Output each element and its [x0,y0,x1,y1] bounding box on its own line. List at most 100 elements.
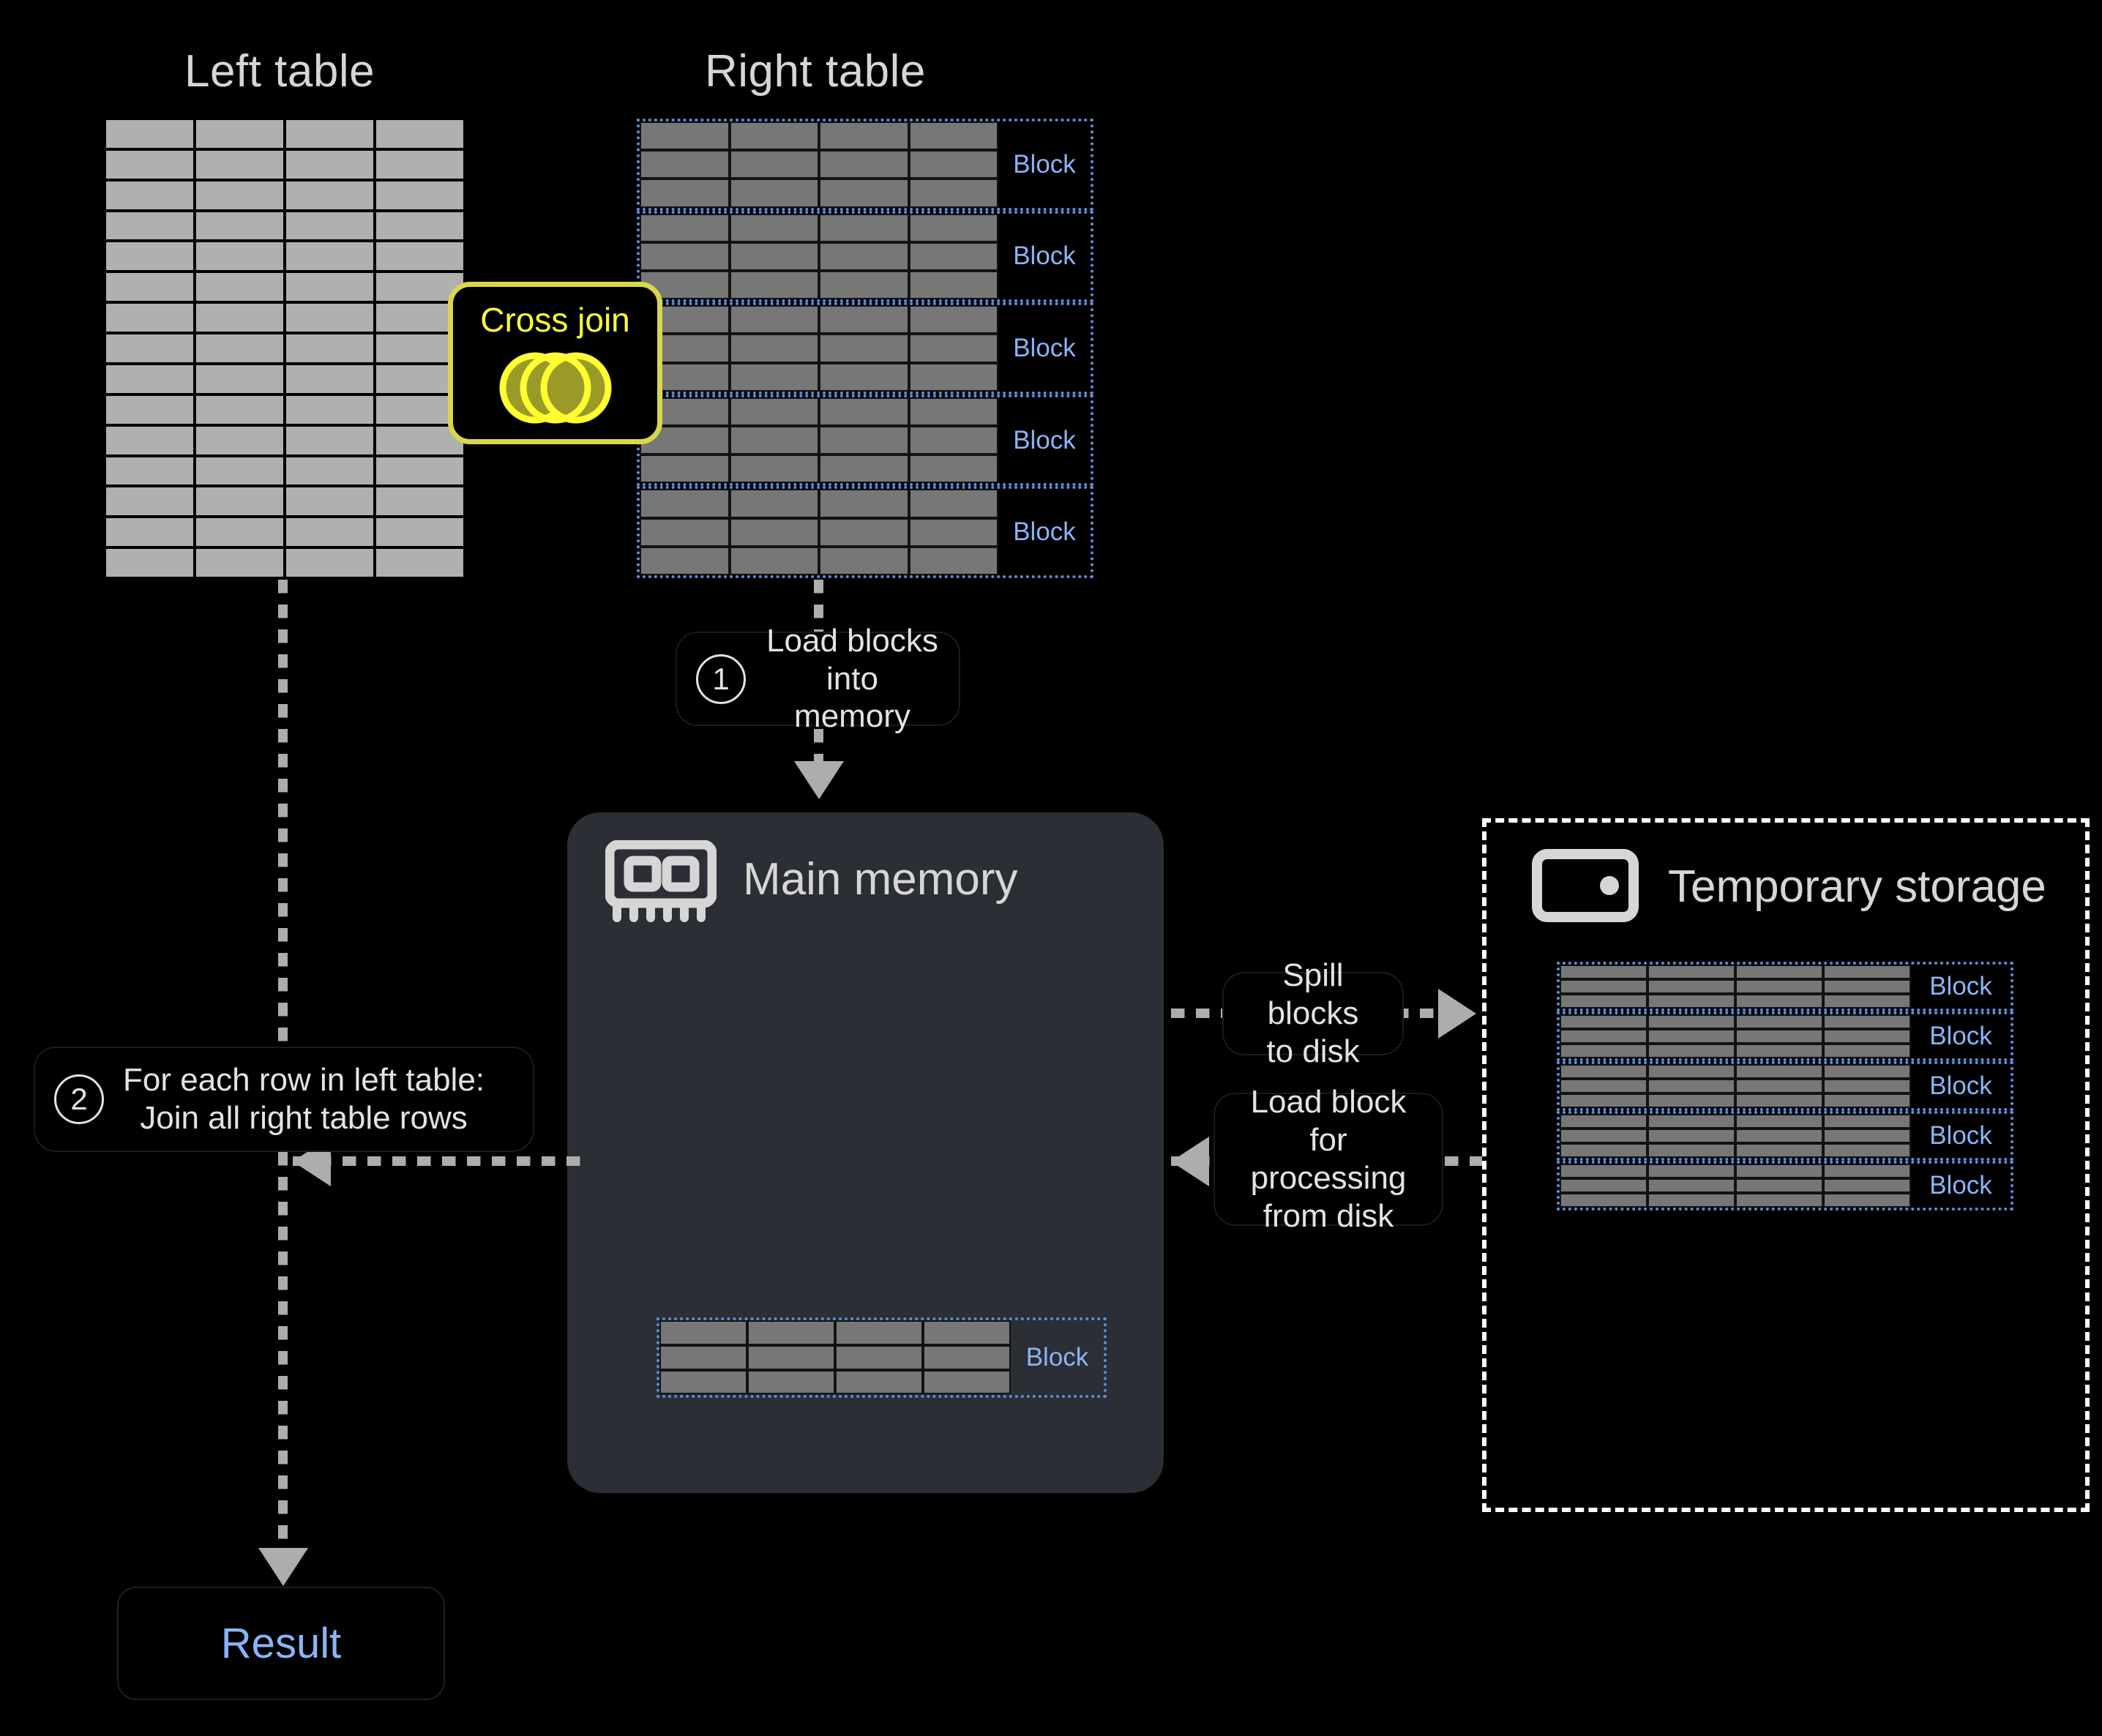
table-cell [908,517,998,547]
table-cell [1735,1193,1823,1208]
arrowhead-load-from-disk [1171,1137,1209,1186]
table-cell [1560,994,1647,1009]
table-cell [1735,1093,1823,1108]
table-cell [105,333,195,364]
table-cell [285,517,375,548]
table-cell [195,149,285,180]
spill-blocks-label: Spill blocks to disk [1224,957,1402,1069]
table-cell [1560,979,1647,994]
table-cell [375,547,465,578]
left-table-title: Left table [184,46,375,97]
table-cell [819,517,909,547]
table-cell [729,489,819,518]
table-cell [1647,1044,1735,1058]
table-cell [729,397,819,426]
table-cell [747,1320,835,1345]
main-memory-blocks: Block [657,1317,1110,1398]
table-cell [908,242,998,271]
table-cell [908,150,998,179]
cross-join-badge[interactable]: Cross join [448,282,662,444]
table-cell [640,213,730,242]
table-cell [195,363,285,394]
table-cell [285,272,375,303]
result-box[interactable]: Result [117,1587,445,1700]
block-grid [1560,1164,1911,1208]
table-cell [819,489,909,518]
block-grid [1560,965,1911,1009]
block-label: Block [1929,1022,1992,1050]
table-cell [105,179,195,211]
table-cell [195,424,285,456]
table-cell [195,486,285,517]
table-cell [640,150,730,179]
table-cell [195,302,285,334]
table-cell [1735,965,1823,979]
block-label: Block [1929,972,1992,1000]
spill-blocks-text: Spill blocks to disk [1266,957,1360,1069]
table-cell [908,454,998,484]
table-cell [1735,1079,1823,1093]
table-cell [1647,1079,1735,1093]
step-1-number: 1 [696,654,746,704]
table-cell [659,1369,747,1395]
table-cell [105,210,195,242]
table-cell [1647,1143,1735,1158]
table-cell [1647,965,1735,979]
table-cell [375,210,465,242]
table-cell [729,121,819,151]
table-cell [1735,1129,1823,1143]
block: Block [1557,1161,2013,1211]
temporary-storage-title: Temporary storage [1668,861,2046,912]
table-cell [729,305,819,334]
load-block-label: Load block for processing from disk [1215,1084,1442,1234]
step-1-note: 1 Load blocks into memory [677,623,959,734]
table-cell [1647,1114,1735,1129]
block-label: Block [1929,1071,1992,1100]
table-cell [375,486,465,517]
right-table-title: Right table [705,46,926,97]
table-cell [1647,1093,1735,1108]
table-cell [1735,1178,1823,1193]
table-cell [1823,1014,1911,1029]
table-cell [105,241,195,272]
table-cell [819,334,909,363]
table-cell [1823,965,1911,979]
table-cell [195,455,285,487]
table-cell [729,362,819,392]
temporary-storage-blocks: Block Block Block Block Block [1557,962,2013,1211]
block-label: Block [1013,425,1076,454]
table-cell [819,454,909,484]
table-cell [1647,1193,1735,1208]
table-cell [1823,1129,1911,1143]
table-cell [195,210,285,242]
arrowhead-spill-to-disk [1438,989,1476,1039]
table-cell [375,517,465,548]
table-cell [1560,1114,1647,1129]
main-memory-panel: Main memory Block [567,812,1164,1493]
block-label: Block [1013,517,1076,547]
block-label: Block [1013,242,1076,271]
table-cell [640,242,730,271]
table-cell [195,547,285,578]
table-cell [105,424,195,456]
table-cell [1735,1114,1823,1129]
step-2-number: 2 [54,1074,104,1124]
table-cell [1647,1064,1735,1079]
table-cell [1560,1129,1647,1143]
table-cell [1560,1178,1647,1193]
table-cell [729,242,819,271]
table-cell [1735,1143,1823,1158]
table-cell [908,425,998,455]
table-cell [375,179,465,211]
table-cell [195,394,285,425]
table-cell [1560,1044,1647,1058]
table-cell [1823,1029,1911,1044]
block: Block [657,1317,1107,1398]
table-cell [105,119,195,149]
table-cell [923,1320,1011,1345]
table-cell [729,546,819,575]
table-cell [285,210,375,242]
block-label: Block [1929,1121,1992,1150]
block-grid [659,1320,1011,1395]
table-cell [1560,1143,1647,1158]
